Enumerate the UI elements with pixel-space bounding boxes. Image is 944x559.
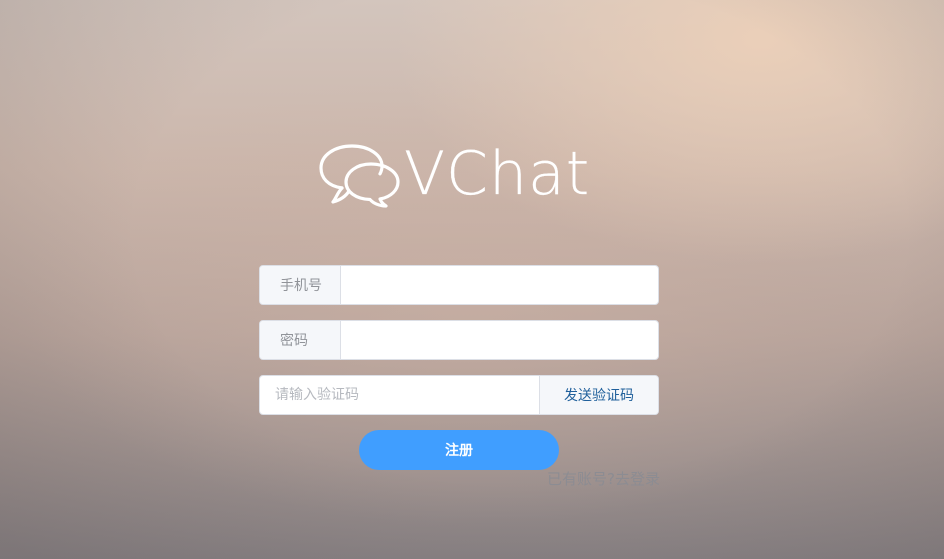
phone-field-group: 手机号 (259, 265, 659, 305)
go-to-login-link[interactable]: 已有账号?去登录 (540, 469, 660, 489)
password-input[interactable] (341, 321, 658, 359)
logo-text: VChat (404, 139, 591, 209)
password-label: 密码 (260, 321, 341, 359)
verification-code-input[interactable] (260, 376, 539, 414)
vchat-logo: VChat (318, 139, 618, 212)
phone-input[interactable] (341, 266, 658, 304)
verification-code-field-group: 发送验证码 (259, 375, 659, 415)
chat-bubbles-icon (319, 144, 400, 208)
phone-label: 手机号 (260, 266, 341, 304)
send-code-button[interactable]: 发送验证码 (539, 376, 658, 414)
register-button[interactable]: 注册 (359, 430, 559, 470)
password-field-group: 密码 (259, 320, 659, 360)
